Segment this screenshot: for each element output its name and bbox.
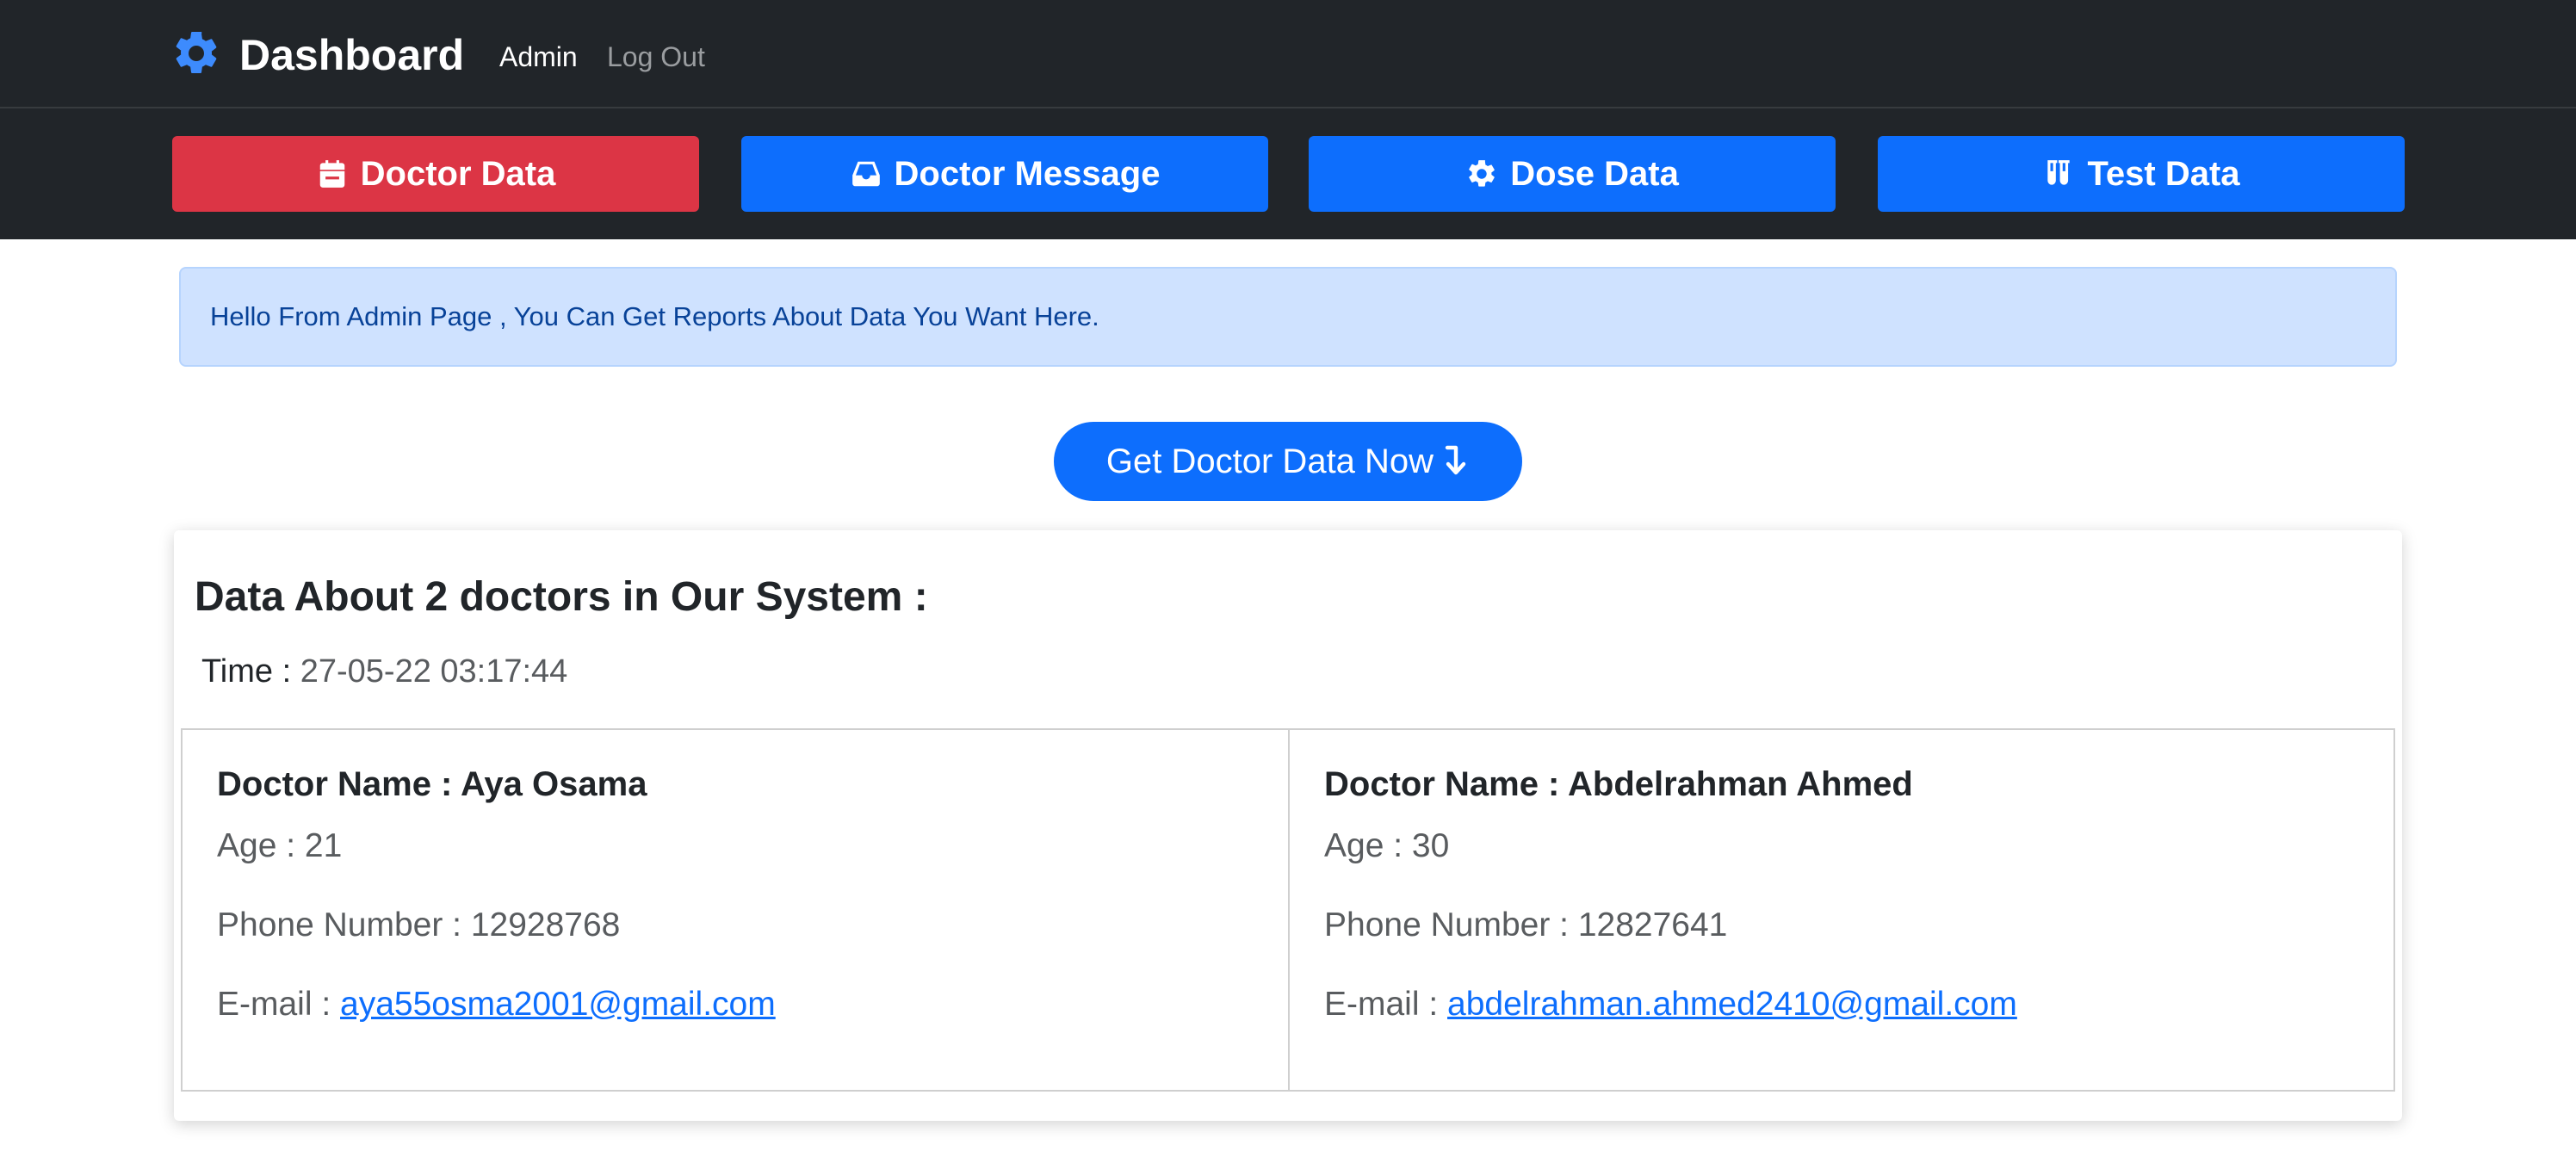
test-tubes-icon	[2047, 160, 2071, 185]
calendar-icon	[319, 160, 344, 188]
report-time: Time : 27-05-22 03:17:44	[201, 651, 567, 692]
get-doctor-data-label: Get Doctor Data Now	[1105, 442, 1434, 480]
action-bar: Doctor Data Doctor Message Dose Data Tes…	[0, 108, 2576, 239]
brand-title[interactable]: Dashboard	[239, 29, 464, 81]
doctor-table: Doctor Name : Aya Osama Age : 21 Phone N…	[181, 728, 2395, 1092]
email-label: E-mail :	[217, 986, 331, 1023]
info-alert: Hello From Admin Page , You Can Get Repo…	[179, 267, 2397, 367]
doctor-email-row: E-mail : abdelrahman.ahmed2410@gmail.com	[1324, 983, 2017, 1026]
doctor-data-button[interactable]: Doctor Data	[172, 136, 699, 212]
dose-data-label: Dose Data	[1510, 154, 1679, 193]
time-label: Time :	[201, 653, 292, 690]
doctor-message-button[interactable]: Doctor Message	[741, 136, 1268, 212]
doctor-name: Doctor Name : Abdelrahman Ahmed	[1324, 765, 1913, 803]
time-value: 27-05-22 03:17:44	[300, 653, 568, 690]
nav-link-logout[interactable]: Log Out	[607, 40, 705, 74]
doctor-age: Age : 21	[217, 827, 343, 864]
doctor-email-link[interactable]: abdelrahman.ahmed2410@gmail.com	[1447, 986, 2017, 1023]
test-data-label: Test Data	[2087, 154, 2240, 193]
doctor-age: Age : 30	[1324, 827, 1450, 864]
gear-icon	[1469, 160, 1495, 187]
nav-link-admin[interactable]: Admin	[499, 40, 578, 74]
email-label: E-mail :	[1324, 986, 1439, 1023]
doctor-name: Doctor Name : Aya Osama	[217, 765, 647, 803]
report-title: Data About 2 doctors in Our System :	[195, 574, 928, 620]
doctor-report-card: Data About 2 doctors in Our System : Tim…	[174, 530, 2402, 1121]
doctor-card: Doctor Name : Abdelrahman Ahmed Age : 30…	[1288, 730, 2393, 1090]
doctor-message-label: Doctor Message	[894, 154, 1161, 193]
get-doctor-data-button[interactable]: Get Doctor Data Now	[1054, 422, 1522, 501]
dose-data-button[interactable]: Dose Data	[1309, 136, 1836, 212]
doctor-email-link[interactable]: aya55osma2001@gmail.com	[340, 986, 776, 1023]
doctor-email-row: E-mail : aya55osma2001@gmail.com	[217, 983, 776, 1026]
test-data-button[interactable]: Test Data	[1878, 136, 2405, 212]
doctor-phone: Phone Number : 12827641	[1324, 906, 1728, 944]
top-navbar: Dashboard Admin Log Out	[0, 0, 2576, 108]
arrow-down-icon	[1445, 445, 1466, 475]
doctor-card: Doctor Name : Aya Osama Age : 21 Phone N…	[183, 730, 1288, 1090]
gear-icon	[176, 31, 217, 73]
inbox-icon	[851, 161, 880, 187]
doctor-phone: Phone Number : 12928768	[217, 906, 621, 944]
doctor-data-label: Doctor Data	[360, 154, 556, 193]
